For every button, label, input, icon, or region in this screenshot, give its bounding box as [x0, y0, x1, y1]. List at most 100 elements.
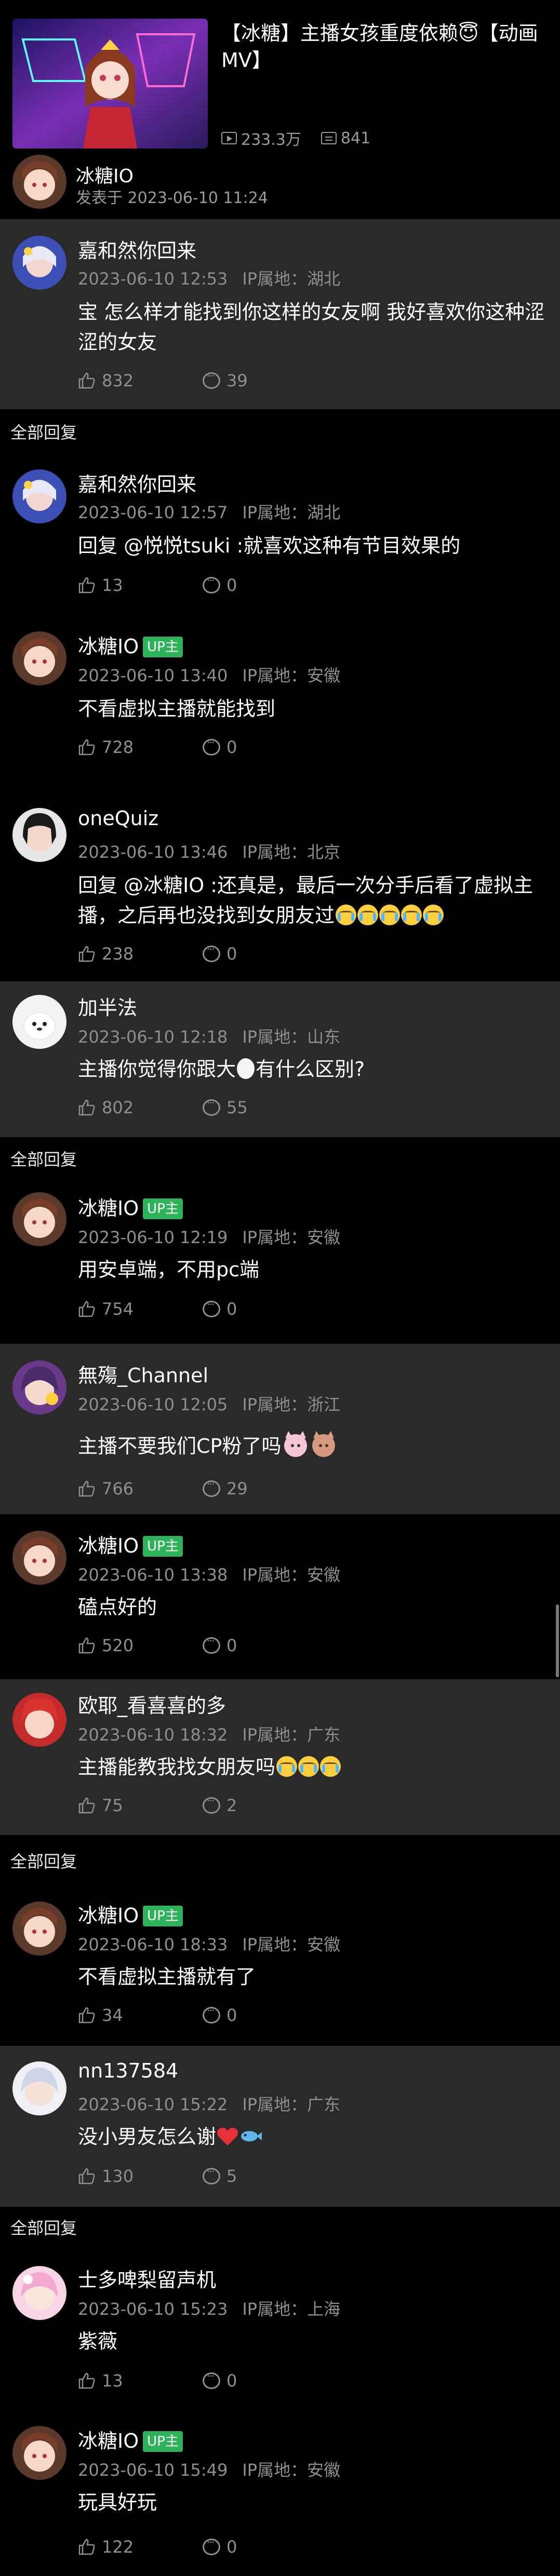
comment-author-name: 冰糖IO — [78, 1197, 139, 1220]
reply-button[interactable]: 0 — [203, 736, 237, 757]
reply-button[interactable]: 0 — [203, 2004, 237, 2025]
avatar[interactable] — [12, 2061, 66, 2115]
reply-bubble-icon — [203, 736, 220, 756]
like-button[interactable]: 832 — [78, 371, 203, 390]
like-count: 13 — [102, 2371, 123, 2391]
reply-button[interactable]: 5 — [203, 2165, 237, 2186]
like-button[interactable]: 766 — [78, 1479, 203, 1499]
video-thumbnail[interactable] — [12, 19, 208, 149]
comment-item: 無殤_Channel 2023-06-10 12:05 IP属地：浙江 主播不要我… — [0, 1344, 560, 1514]
like-button[interactable]: 728 — [78, 737, 203, 757]
reply-button[interactable]: 0 — [203, 574, 237, 595]
like-button[interactable]: 13 — [78, 2371, 203, 2391]
post-time: 发表于 2023-06-10 11:24 — [76, 189, 268, 207]
comment-meta: 2023-06-10 15:49 IP属地：安徽 — [78, 2457, 340, 2481]
like-button[interactable]: 754 — [78, 1299, 203, 1319]
comment-author[interactable]: 士多啤梨留声机 — [78, 2264, 216, 2292]
thumbs-up-icon — [78, 2539, 95, 2555]
thumbnail-artwork — [12, 19, 208, 149]
reply-button[interactable]: 2 — [203, 1795, 237, 1815]
reply-count: 29 — [226, 1479, 248, 1499]
comment-author[interactable]: 嘉和然你回来 — [78, 468, 196, 497]
avatar[interactable] — [12, 995, 66, 1049]
comment-actions: 75 2 — [78, 1795, 237, 1815]
reply-button[interactable]: 55 — [203, 1097, 248, 1117]
comment-author[interactable]: 冰糖IO UP主 — [78, 1899, 183, 1928]
reply-button[interactable]: 0 — [203, 2536, 237, 2557]
avatar[interactable] — [12, 236, 66, 290]
comment-text: 不看虚拟主播就能找到 — [78, 697, 276, 720]
comment-text: 回复 @悦悦tsuki :就喜欢这种有节目效果的 — [78, 534, 461, 557]
comment-author[interactable]: 冰糖IO UP主 — [78, 630, 183, 659]
post-author-name[interactable]: 冰糖IO — [76, 161, 134, 188]
like-count: 754 — [102, 1299, 134, 1319]
comment-ip: IP属地：安徽 — [242, 1935, 341, 1954]
avatar[interactable] — [12, 2266, 66, 2320]
reply-button[interactable]: 29 — [203, 1478, 248, 1499]
reply-button[interactable]: 39 — [203, 370, 248, 390]
comment-author[interactable]: nn137584 — [78, 2059, 178, 2082]
comment-meta: 2023-06-10 12:53 IP属地：湖北 — [78, 266, 340, 290]
comment-ip: IP属地：上海 — [242, 2299, 341, 2319]
like-button[interactable]: 34 — [78, 2005, 203, 2025]
scrollbar[interactable] — [556, 1604, 559, 1677]
comment-item: 冰糖IO UP主 2023-06-10 13:40 IP属地：安徽 不看虚拟主播就能… — [0, 615, 560, 791]
reply-button[interactable]: 0 — [203, 1298, 237, 1319]
like-button[interactable]: 238 — [78, 944, 203, 964]
comment-author[interactable]: 冰糖IO UP主 — [78, 2425, 183, 2453]
comment-author[interactable]: 嘉和然你回来 — [78, 235, 196, 263]
reply-bubble-icon — [203, 1298, 220, 1317]
comment-actions: 13 0 — [78, 574, 237, 595]
thumbs-up-icon — [78, 1301, 95, 1317]
comment-author[interactable]: 冰糖IO UP主 — [78, 1192, 183, 1221]
avatar[interactable] — [12, 1901, 66, 1955]
comment-item: 嘉和然你回来 2023-06-10 12:57 IP属地：湖北 回复 @悦悦tsu… — [0, 453, 560, 615]
post-author-row: 冰糖IO 发表于 2023-06-10 11:24 — [0, 152, 560, 219]
danmaku-count: 841 — [321, 129, 370, 147]
comment-author[interactable]: 加半法 — [78, 992, 137, 1020]
comment-date: 2023-06-10 18:33 — [78, 1935, 228, 1954]
comment-item: 冰糖IO UP主 2023-06-10 18:33 IP属地：安徽 不看虚拟主播就有… — [0, 1881, 560, 2046]
comment-author[interactable]: 無殤_Channel — [78, 1359, 208, 1388]
like-count: 13 — [102, 575, 123, 595]
comment-date: 2023-06-10 15:22 — [78, 2095, 228, 2114]
like-button[interactable]: 802 — [78, 1098, 203, 1117]
comment-text-content: 主播不要我们CP粉了吗 — [78, 1435, 282, 1458]
avatar[interactable] — [12, 155, 66, 209]
avatar[interactable] — [12, 2426, 66, 2480]
reply-bubble-icon — [203, 1097, 220, 1116]
avatar[interactable] — [12, 631, 66, 685]
cry-emoji — [276, 1756, 298, 1777]
thumbs-up-icon — [78, 1480, 95, 1497]
comment-author[interactable]: oneQuiz — [78, 807, 158, 830]
cry-emoji — [423, 905, 444, 925]
video-title[interactable]: 【冰糖】主播女孩重度依赖😇【动画MV】 — [221, 20, 549, 74]
comment-text-content: 主播你觉得你跟大 — [78, 1058, 236, 1081]
avatar[interactable] — [12, 1192, 66, 1246]
comment-author[interactable]: 冰糖IO UP主 — [78, 1530, 183, 1558]
avatar[interactable] — [12, 1360, 66, 1414]
comment-meta: 2023-06-10 18:33 IP属地：安徽 — [78, 1932, 340, 1955]
comment-actions: 766 29 — [78, 1478, 248, 1499]
like-button[interactable]: 520 — [78, 1636, 203, 1655]
reply-button[interactable]: 0 — [203, 2370, 237, 2391]
like-button[interactable]: 13 — [78, 575, 203, 595]
comment-ip: IP属地：安徽 — [242, 2460, 341, 2480]
reply-button[interactable]: 0 — [203, 943, 237, 964]
like-button[interactable]: 122 — [78, 2537, 203, 2557]
comment-item: 冰糖IO UP主 2023-06-10 12:19 IP属地：安徽 用安卓端，不用p… — [0, 1179, 560, 1344]
avatar[interactable] — [12, 1531, 66, 1585]
reply-button[interactable]: 0 — [203, 1635, 237, 1655]
like-button[interactable]: 130 — [78, 2166, 203, 2186]
like-count: 766 — [102, 1479, 134, 1499]
comment-author[interactable]: 欧耶_看喜喜的多 — [78, 1690, 226, 1718]
avatar[interactable] — [12, 1693, 66, 1747]
like-button[interactable]: 75 — [78, 1796, 203, 1815]
reply-count: 0 — [226, 737, 237, 757]
avatar[interactable] — [12, 469, 66, 523]
video-card[interactable]: 【冰糖】主播女孩重度依赖😇【动画MV】 233.3万 841 — [0, 0, 560, 151]
like-count: 34 — [102, 2005, 123, 2025]
avatar[interactable] — [12, 808, 66, 862]
reply-count: 0 — [226, 575, 237, 595]
like-count: 75 — [102, 1796, 123, 1815]
